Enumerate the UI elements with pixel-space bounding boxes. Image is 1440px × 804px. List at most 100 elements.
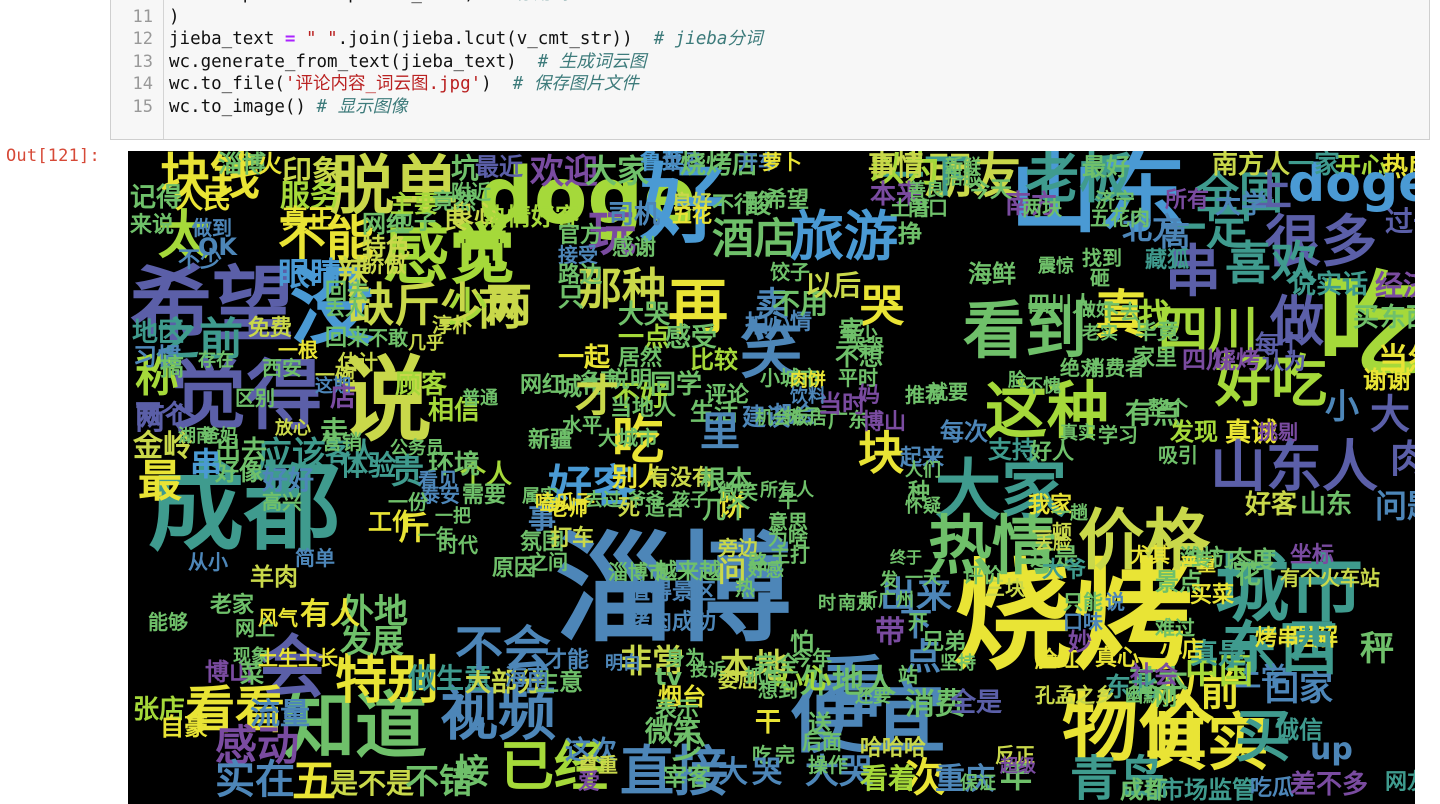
wordcloud-word: 以后 bbox=[805, 269, 862, 302]
code-token-cmt: # jieba分词 bbox=[653, 29, 763, 50]
code-token-plain: wc.generate_from_text(jieba_text) bbox=[169, 51, 538, 72]
wordcloud-word: 西安 bbox=[262, 356, 302, 380]
wordcloud-word: 感谢 bbox=[612, 236, 657, 261]
wordcloud-word: 同学 bbox=[650, 370, 703, 400]
code-line[interactable]: 12 jieba_text = " ".join(jieba.lcut(v_cmt… bbox=[111, 28, 1429, 51]
wordcloud-word: 搞 bbox=[160, 353, 184, 381]
wordcloud-word: 尤其 bbox=[1130, 543, 1170, 567]
wordcloud-word: 大爷 bbox=[1042, 558, 1087, 583]
wordcloud-word: 认为 bbox=[1262, 350, 1307, 375]
wordcloud-word: 哭 bbox=[752, 755, 782, 790]
code-token-plain: ) bbox=[169, 6, 180, 27]
wordcloud-word: 吸引 bbox=[1158, 443, 1198, 467]
wordcloud-word: 羊肉 bbox=[250, 563, 298, 591]
line-number: 15 bbox=[132, 96, 153, 117]
wordcloud-word: 网友 bbox=[1385, 770, 1415, 795]
wordcloud-word: 好感 bbox=[748, 560, 784, 581]
wordcloud-word: 良 bbox=[443, 206, 467, 234]
wordcloud-word: 平时 bbox=[838, 366, 878, 390]
wordcloud-word: 一家 bbox=[1288, 151, 1341, 180]
wordcloud-word: 看着 bbox=[860, 762, 917, 795]
wordcloud-word: 里 bbox=[700, 409, 740, 455]
wordcloud-word: 区别 bbox=[235, 386, 275, 410]
wordcloud-word: 谢谢 bbox=[1363, 366, 1411, 394]
wordcloud-word: 才 bbox=[575, 371, 619, 422]
wordcloud-word: 事情 bbox=[868, 151, 925, 182]
wordcloud-word: 捂脸 bbox=[945, 168, 981, 189]
wordcloud-word: 风气 bbox=[258, 606, 298, 630]
wordcloud-word: 司机 bbox=[608, 200, 661, 230]
wordcloud-word: 放心 bbox=[275, 418, 311, 439]
wordcloud-word: 山东 bbox=[1300, 490, 1353, 520]
wordcloud-word: 博山 bbox=[862, 410, 907, 435]
wordcloud-word: 今年 bbox=[792, 646, 832, 670]
wordcloud-word: 顾客 bbox=[395, 370, 448, 400]
wordcloud-word: 大城市 bbox=[598, 426, 658, 450]
wordcloud-word: 自豪 bbox=[160, 713, 208, 741]
code-line[interactable]: 13 wc.generate_from_text(jieba_text) # 生成… bbox=[111, 51, 1429, 74]
line-number: 14 bbox=[132, 74, 153, 95]
wordcloud-word: 专门 bbox=[1195, 550, 1231, 571]
wordcloud-word: 丢人 bbox=[325, 296, 365, 320]
wordcloud-word: 值得 bbox=[628, 580, 673, 605]
code-text: jieba_text = " ".join(jieba.lcut(v_cmt_s… bbox=[169, 28, 762, 51]
wordcloud-word: 淳朴 bbox=[432, 313, 472, 337]
wordcloud-word: 买菜 bbox=[1190, 583, 1235, 608]
code-line[interactable]: 11) bbox=[111, 6, 1429, 29]
wordcloud-word: 之间 bbox=[528, 550, 568, 574]
wordcloud-word: 最好 bbox=[1082, 153, 1130, 181]
wordcloud-word: 发 bbox=[880, 570, 898, 591]
line-number: 12 bbox=[132, 29, 153, 50]
wordcloud-word: 见 bbox=[452, 697, 486, 737]
wordcloud-word: 简单 bbox=[295, 546, 335, 570]
code-token-plain: wc.to_image() bbox=[169, 96, 317, 117]
wordcloud-word: 发现 bbox=[1170, 418, 1218, 446]
wordcloud-word: 山东人 bbox=[1210, 435, 1378, 500]
wordcloud-word: 五花肉 bbox=[1090, 206, 1150, 230]
wordcloud-word: 明白 bbox=[605, 653, 641, 674]
wordcloud-word: 拍 bbox=[745, 310, 769, 338]
wordcloud-word: 全是 bbox=[950, 688, 1003, 718]
wordcloud-word: 饮料 bbox=[790, 386, 826, 407]
code-token-op: = bbox=[284, 29, 296, 50]
wordcloud-word: 想到 bbox=[758, 678, 798, 702]
wordcloud-word: 消费者 bbox=[1085, 356, 1145, 380]
wordcloud-word: 四川 bbox=[1182, 346, 1230, 374]
wordcloud-word: 不敢 bbox=[368, 326, 408, 350]
wordcloud-word: 才能 bbox=[545, 648, 590, 673]
code-cell[interactable]: 10 stopwords=stopwords_list, # 停用词11)12j… bbox=[110, 0, 1430, 140]
code-token-cmt: # 停用词 bbox=[496, 0, 570, 4]
code-line[interactable]: 14 wc.to_file('评论内容_词云图.jpg') # 保存图片文件 bbox=[111, 73, 1429, 96]
code-editor[interactable]: 10 stopwords=stopwords_list, # 停用词11)12j… bbox=[111, 0, 1429, 139]
wordcloud-word: 一天 bbox=[905, 568, 941, 589]
wordcloud-word: 摊子 bbox=[785, 406, 821, 427]
wordcloud-word: 淄博市 bbox=[608, 560, 668, 584]
wordcloud-canvas: 烧烤 淄博吃成都说山东 希望没 doge 好觉得 便宜 物价 城市 知道 大家 价格 热情 这种 看到 脱单… bbox=[128, 151, 1415, 804]
wordcloud-word: 操作 bbox=[808, 753, 848, 777]
notebook-output-view: 10 stopwords=stopwords_list, # 停用词11)12j… bbox=[0, 0, 1440, 804]
wordcloud-word: 去过 bbox=[585, 490, 621, 511]
code-token-plain: stopwords_list, bbox=[317, 0, 496, 4]
wordcloud-word: 景区 bbox=[672, 580, 717, 605]
wordcloud-word: 吃瓜 bbox=[1250, 776, 1295, 801]
wordcloud-word: 回来 bbox=[325, 326, 370, 351]
wordcloud-word: 大 bbox=[718, 755, 748, 790]
code-text: wc.to_file('评论内容_词云图.jpg') # 保存图片文件 bbox=[169, 73, 639, 96]
wordcloud-word: 有人 bbox=[300, 597, 360, 632]
wordcloud-word: 老家 bbox=[210, 593, 255, 618]
code-text: wc.to_image() # 显示图像 bbox=[169, 96, 408, 119]
wordcloud-word: 砸 bbox=[1090, 266, 1110, 290]
wordcloud-word: 评论 bbox=[705, 383, 750, 408]
wordcloud-word: 免费 bbox=[248, 316, 293, 341]
wordcloud-word: 学习 bbox=[1098, 423, 1138, 447]
wordcloud-word: 只能 bbox=[1063, 590, 1103, 614]
wordcloud-word: 买 bbox=[1353, 303, 1380, 333]
code-token-cmt: # 显示图像 bbox=[316, 96, 408, 117]
wordcloud-word: 微笑 bbox=[718, 480, 758, 504]
code-line[interactable]: 15 wc.to_image() # 显示图像 bbox=[111, 96, 1429, 119]
wordcloud-word: 希望 bbox=[765, 188, 810, 213]
wordcloud-word: 最 bbox=[138, 456, 182, 507]
wordcloud-word: 打车 bbox=[550, 526, 595, 551]
wordcloud-word: 大学 bbox=[1215, 190, 1268, 220]
wordcloud-word: 几乎 bbox=[408, 333, 444, 354]
